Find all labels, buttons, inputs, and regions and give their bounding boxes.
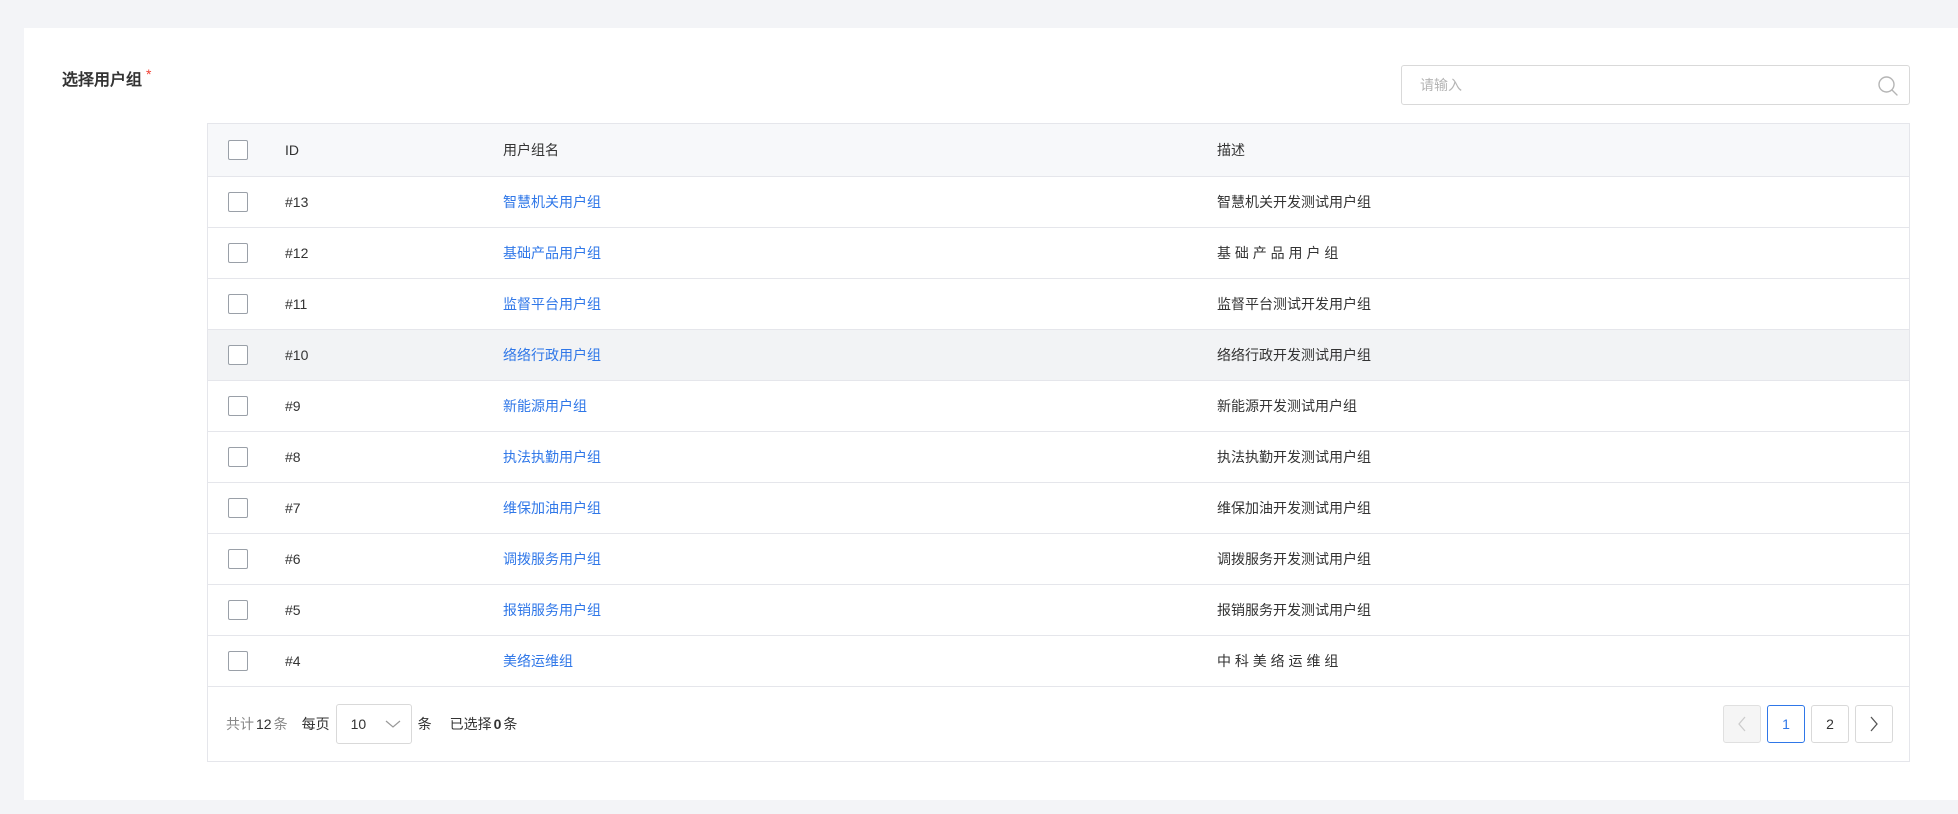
table-row[interactable]: #7 维保加油用户组 维保加油开发测试用户组: [208, 482, 1909, 534]
row-description: 智慧机关开发测试用户组: [1217, 176, 1909, 228]
pagination: 1 2: [1723, 705, 1893, 743]
table-row[interactable]: #6 调拨服务用户组 调拨服务开发测试用户组: [208, 533, 1909, 585]
table: ID 用户组名 描述 #13 智慧机关用户组 智慧机关开发测试用户组 #12 基…: [208, 124, 1909, 687]
row-description: 络络行政开发测试用户组: [1217, 329, 1909, 381]
required-mark: *: [146, 66, 152, 82]
group-name-link[interactable]: 美络运维组: [503, 653, 573, 669]
selected-prefix: 已选择: [449, 716, 492, 732]
chevron-left-icon: [1738, 716, 1746, 732]
row-checkbox[interactable]: [228, 548, 248, 569]
group-name-link[interactable]: 新能源用户组: [503, 398, 587, 414]
next-page-button[interactable]: [1855, 705, 1893, 743]
row-checkbox[interactable]: [228, 650, 248, 671]
row-description: 监督平台测试开发用户组: [1217, 278, 1909, 330]
row-checkbox-cell: [208, 482, 285, 534]
row-description: 报销服务开发测试用户组: [1217, 584, 1909, 636]
row-checkbox-cell: [208, 380, 285, 432]
row-description: 基 础 产 品 用 户 组: [1217, 227, 1909, 279]
page-size-value: 10: [350, 716, 367, 732]
row-id: #10: [285, 329, 503, 381]
row-checkbox[interactable]: [228, 344, 248, 365]
total-count: 12: [256, 716, 272, 732]
total-suffix: 条: [273, 716, 288, 732]
user-group-table: ID 用户组名 描述 #13 智慧机关用户组 智慧机关开发测试用户组 #12 基…: [207, 123, 1910, 762]
row-checkbox-cell: [208, 176, 285, 228]
group-name-link[interactable]: 调拨服务用户组: [503, 551, 601, 567]
row-checkbox[interactable]: [228, 242, 248, 263]
row-id: #9: [285, 380, 503, 432]
table-row[interactable]: #5 报销服务用户组 报销服务开发测试用户组: [208, 584, 1909, 636]
group-name-link[interactable]: 络络行政用户组: [503, 347, 601, 363]
table-header-row: ID 用户组名 描述: [208, 124, 1909, 177]
row-id: #5: [285, 584, 503, 636]
table-row[interactable]: #11 监督平台用户组 监督平台测试开发用户组: [208, 278, 1909, 330]
form-label-text: 选择用户组: [62, 72, 143, 89]
selected-suffix: 条: [503, 716, 518, 732]
per-page-label: 每页: [301, 716, 330, 732]
header-checkbox-cell: [208, 124, 285, 177]
table-row[interactable]: #13 智慧机关用户组 智慧机关开发测试用户组: [208, 176, 1909, 228]
row-checkbox-cell: [208, 431, 285, 483]
row-description: 新能源开发测试用户组: [1217, 380, 1909, 432]
page-button-2[interactable]: 2: [1811, 705, 1849, 743]
search-icon[interactable]: [1877, 75, 1899, 97]
table-row[interactable]: #10 络络行政用户组 络络行政开发测试用户组: [208, 329, 1909, 381]
row-id: #12: [285, 227, 503, 279]
row-checkbox[interactable]: [228, 395, 248, 416]
row-id: #4: [285, 635, 503, 687]
group-name-link[interactable]: 报销服务用户组: [503, 602, 601, 618]
row-description: 调拨服务开发测试用户组: [1217, 533, 1909, 585]
row-checkbox[interactable]: [228, 191, 248, 212]
row-checkbox[interactable]: [228, 446, 248, 467]
selected-count: 0: [493, 716, 502, 732]
row-checkbox[interactable]: [228, 293, 248, 314]
form-panel: 选择用户组* ID 用户组名 描述: [24, 28, 1958, 800]
form-label: 选择用户组 *: [62, 66, 151, 90]
row-checkbox-cell: [208, 329, 285, 381]
row-checkbox-cell: [208, 584, 285, 636]
row-id: #8: [285, 431, 503, 483]
header-id: ID: [285, 124, 503, 177]
table-row[interactable]: #8 执法执勤用户组 执法执勤开发测试用户组: [208, 431, 1909, 483]
table-row[interactable]: #9 新能源用户组 新能源开发测试用户组: [208, 380, 1909, 432]
header-description: 描述: [1217, 124, 1909, 177]
row-checkbox-cell: [208, 635, 285, 687]
row-id: #11: [285, 278, 503, 330]
select-all-checkbox[interactable]: [228, 139, 248, 160]
page-button-1[interactable]: 1: [1767, 705, 1805, 743]
search-input[interactable]: [1402, 66, 1842, 104]
row-checkbox-cell: [208, 533, 285, 585]
chevron-right-icon: [1870, 716, 1878, 732]
row-id: #6: [285, 533, 503, 585]
prev-page-button[interactable]: [1723, 705, 1761, 743]
row-id: #13: [285, 176, 503, 228]
group-name-link[interactable]: 监督平台用户组: [503, 296, 601, 312]
row-checkbox-cell: [208, 227, 285, 279]
row-id: #7: [285, 482, 503, 534]
row-description: 维保加油开发测试用户组: [1217, 482, 1909, 534]
row-checkbox-cell: [208, 278, 285, 330]
row-checkbox[interactable]: [228, 599, 248, 620]
table-footer: 共计 12 条 每页 10 条 已选择 0 条 1 2: [208, 687, 1909, 761]
table-row[interactable]: #12 基础产品用户组 基 础 产 品 用 户 组: [208, 227, 1909, 279]
row-description: 中 科 美 络 运 维 组: [1217, 635, 1909, 687]
total-prefix: 共计: [226, 716, 254, 732]
group-name-link[interactable]: 智慧机关用户组: [503, 194, 601, 210]
page-size-select[interactable]: 10: [335, 704, 412, 744]
table-row[interactable]: #4 美络运维组 中 科 美 络 运 维 组: [208, 635, 1909, 687]
group-name-link[interactable]: 执法执勤用户组: [503, 449, 601, 465]
search-box[interactable]: [1401, 65, 1910, 105]
group-name-link[interactable]: 维保加油用户组: [503, 500, 601, 516]
row-description: 执法执勤开发测试用户组: [1217, 431, 1909, 483]
per-page-suffix: 条: [417, 716, 432, 732]
chevron-down-icon: [385, 720, 400, 728]
header-name: 用户组名: [503, 124, 1217, 177]
row-checkbox[interactable]: [228, 497, 248, 518]
group-name-link[interactable]: 基础产品用户组: [503, 245, 601, 261]
